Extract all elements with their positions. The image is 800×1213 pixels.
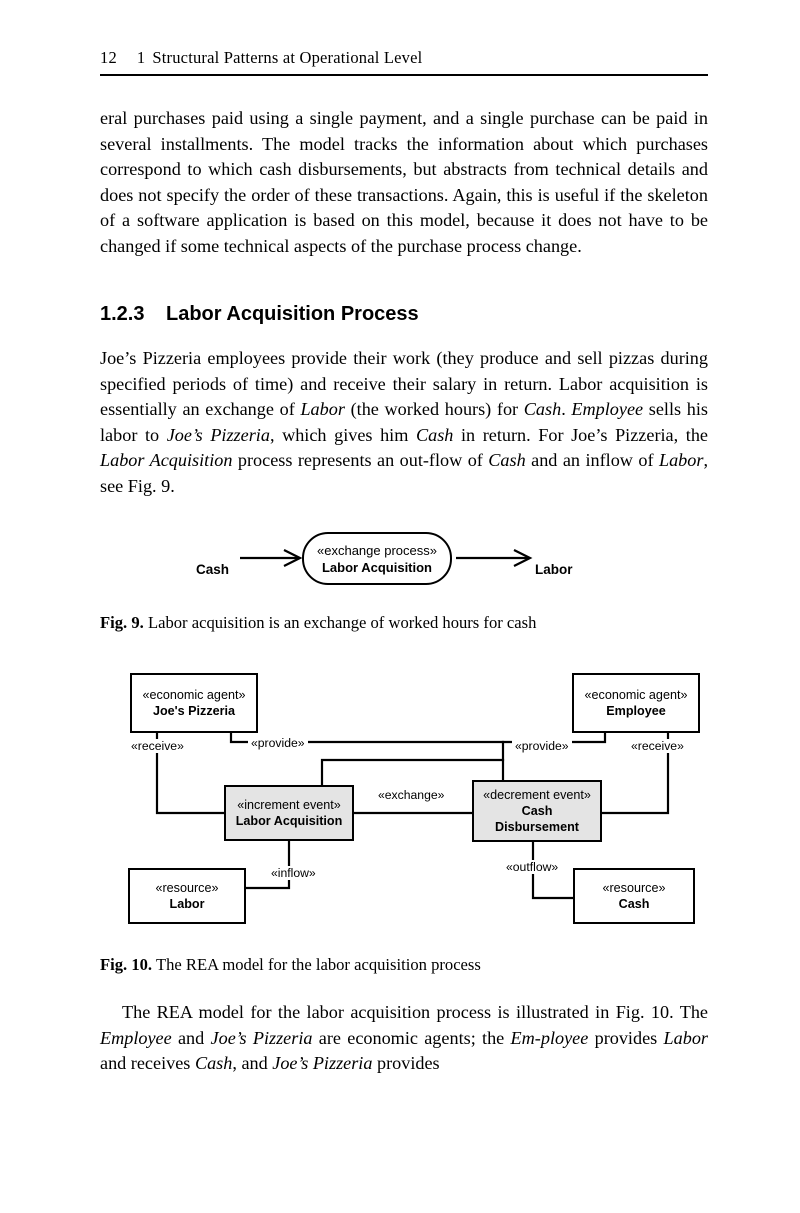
section-title: Labor Acquisition Process xyxy=(166,303,419,325)
node-employee-stereotype: «economic agent» xyxy=(584,688,688,702)
running-head: 12 1 Structural Patterns at Operational Le… xyxy=(100,48,708,68)
fig9-output-label: Labor xyxy=(535,562,573,577)
node-resource-labor-name: Labor xyxy=(169,897,205,911)
fig9-process-name: Labor Acquisition xyxy=(321,559,433,575)
node-resource-cash: «resource» Cash xyxy=(573,868,695,924)
figure-10-caption-text: The REA model for the labor acquisition … xyxy=(155,955,481,974)
paragraph-rea-model: The REA model for the labor acquisition … xyxy=(100,1002,709,1074)
figure-9-caption-text: Labor acquisition is an exchange of work… xyxy=(147,613,537,632)
fig9-exchange-process-node: «exchange process» Labor Acquisition xyxy=(302,532,452,585)
node-resource-cash-stereotype: «resource» xyxy=(602,881,666,895)
page-number: 12 xyxy=(100,48,117,67)
edge-label-inflow: «inflow» xyxy=(268,866,319,880)
header-rule xyxy=(100,74,708,76)
node-resource-cash-name: Cash xyxy=(618,897,650,911)
edge-label-exchange: «exchange» xyxy=(375,788,448,802)
chapter-title: Structural Patterns at Operational Level xyxy=(152,48,423,67)
edge-label-outflow: «outflow» xyxy=(503,860,562,874)
figure-10-caption: Fig. 10. The REA model for the labor acq… xyxy=(100,954,708,975)
node-cash-disbursement-event: «decrement event» Cash Disbursement xyxy=(472,780,602,842)
edge-label-provide-employee: «provide» xyxy=(512,739,572,753)
figure-10: «economic agent» Joe's Pizzeria «economi… xyxy=(100,660,708,940)
page-header: 12 1 Structural Patterns at Operational Le… xyxy=(100,48,708,76)
figure-10-caption-label: Fig. 10. xyxy=(100,955,153,974)
fig9-input-label: Cash xyxy=(196,562,230,577)
chapter-number: 1 xyxy=(136,48,146,67)
edge-label-receive-employee: «receive» xyxy=(628,739,687,753)
node-labor-acquisition-name: Labor Acquisition xyxy=(235,814,343,828)
fig9-process-stereotype: «exchange process» xyxy=(317,542,437,558)
node-cash-disbursement-name-line2: Disbursement xyxy=(495,820,579,834)
node-joes-pizzeria-stereotype: «economic agent» xyxy=(142,688,246,702)
figure-9-caption: Fig. 9. Labor acquisition is an exchange… xyxy=(100,612,708,633)
node-resource-labor-stereotype: «resource» xyxy=(155,881,219,895)
node-cash-disbursement-name-line1: Cash xyxy=(521,804,553,818)
node-cash-disbursement-stereotype: «decrement event» xyxy=(483,788,591,802)
figure-9: Cash «exchange process» Labor Acquisitio… xyxy=(100,515,708,600)
edge-label-provide-joes: «provide» xyxy=(248,736,308,750)
edge-label-receive-joes: «receive» xyxy=(128,739,187,753)
section-number: 1.2.3 xyxy=(100,303,145,325)
figure-9-caption-label: Fig. 9. xyxy=(100,613,144,632)
node-labor-acquisition-event: «increment event» Labor Acquisition xyxy=(224,785,354,841)
node-resource-labor: «resource» Labor xyxy=(128,868,246,924)
node-joes-pizzeria: «economic agent» Joe's Pizzeria xyxy=(130,673,258,733)
paragraph-continuation: eral purchases paid using a single payme… xyxy=(100,108,708,256)
node-employee-name: Employee xyxy=(606,704,666,718)
node-joes-pizzeria-name: Joe's Pizzeria xyxy=(152,704,236,718)
section-heading: 1.2.3 Labor Acquisition Process xyxy=(100,303,708,326)
paragraph-labor-acquisition: Joe’s Pizzeria employees provide their w… xyxy=(100,348,709,496)
node-labor-acquisition-stereotype: «increment event» xyxy=(237,798,341,812)
node-employee: «economic agent» Employee xyxy=(572,673,700,733)
